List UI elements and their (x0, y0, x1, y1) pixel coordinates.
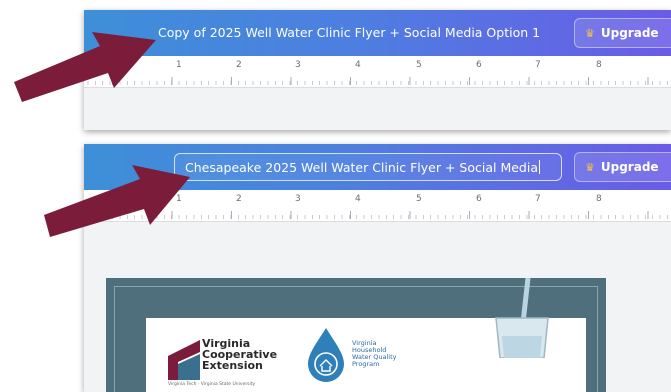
upgrade-label: Upgrade (600, 26, 659, 40)
ruler-number: 7 (535, 60, 541, 70)
water-glass-icon (495, 278, 549, 358)
editor-panel-top: Copy of 2025 Well Water Clinic Flyer + S… (84, 10, 671, 130)
flyer-page[interactable]: Virginia Cooperative Extension Virginia … (106, 278, 606, 392)
document-title-text: Chesapeake 2025 Well Water Clinic Flyer … (185, 160, 539, 175)
ruler-number: 4 (355, 194, 361, 204)
screenshot-composite: Copy of 2025 Well Water Clinic Flyer + S… (0, 0, 671, 392)
upgrade-button[interactable]: ♛ Upgrade (574, 18, 671, 48)
ruler-number: 4 (355, 60, 361, 70)
ruler-number: 3 (295, 194, 301, 204)
hwq-logo: Virginia Household Water Quality Program (306, 326, 436, 386)
vce-wordmark: Virginia Cooperative Extension (202, 338, 277, 371)
hwq-line-4: Program (352, 360, 380, 368)
vce-logo: Virginia Cooperative Extension Virginia … (168, 338, 278, 388)
flyer-logo-card[interactable]: Virginia Cooperative Extension Virginia … (146, 278, 586, 392)
crown-icon: ♛ (585, 161, 595, 174)
ruler-number: 5 (416, 194, 422, 204)
ruler-number: 2 (236, 60, 242, 70)
ruler-ticks (84, 77, 671, 85)
ruler-number: 3 (295, 60, 301, 70)
editor-header: Copy of 2025 Well Water Clinic Flyer + S… (84, 10, 671, 56)
crown-icon: ♛ (585, 27, 595, 40)
ruler-number: 7 (535, 194, 541, 204)
water-drop-icon (308, 328, 344, 382)
hwq-wordmark: Virginia Household Water Quality Program (352, 340, 397, 368)
horizontal-ruler: 0 1 2 3 4 5 6 7 8 (84, 56, 671, 88)
document-title[interactable]: Copy of 2025 Well Water Clinic Flyer + S… (148, 19, 550, 47)
vce-logo-mark-icon (168, 340, 200, 380)
ruler-number: 8 (596, 60, 602, 70)
vce-line-3: Extension (202, 359, 263, 372)
ruler-number: 6 (476, 60, 482, 70)
text-cursor (539, 160, 541, 174)
ruler-number: 5 (416, 60, 422, 70)
arrow-icon (14, 32, 156, 102)
vce-subtitle: Virginia Tech · Virginia State Universit… (168, 382, 256, 387)
document-title-input[interactable]: Chesapeake 2025 Well Water Clinic Flyer … (174, 153, 562, 181)
ruler-number: 8 (596, 194, 602, 204)
upgrade-button[interactable]: ♛ Upgrade (574, 152, 671, 182)
arrow-icon (44, 165, 190, 237)
ruler-number: 1 (176, 60, 182, 70)
design-canvas[interactable]: Virginia Cooperative Extension Virginia … (84, 222, 671, 392)
ruler-number: 6 (476, 194, 482, 204)
ruler-number: 2 (236, 194, 242, 204)
upgrade-label: Upgrade (600, 160, 659, 174)
